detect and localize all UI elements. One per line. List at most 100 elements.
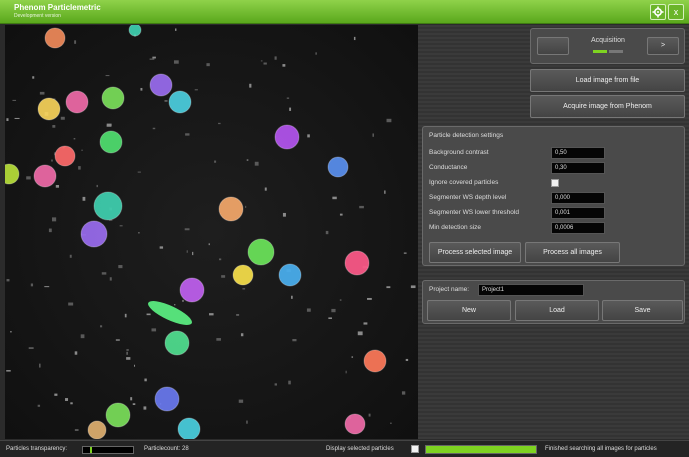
particle-marker[interactable] [93, 191, 123, 221]
particle-marker[interactable] [149, 73, 173, 97]
debris-speck [140, 87, 143, 91]
display-selected-checkbox[interactable] [411, 445, 419, 453]
project-box: Project name: Project1 New Load Save [422, 280, 685, 324]
particle-marker[interactable] [344, 413, 366, 435]
debris-speck [288, 380, 291, 385]
background-contrast-input[interactable]: 0,50 [551, 147, 605, 159]
display-selected-label: Display selected particles [326, 446, 394, 452]
background-contrast-label: Background contrast [429, 149, 489, 156]
acquisition-next-button[interactable]: > [647, 37, 679, 55]
detection-settings-box: Particle detection settings Background c… [422, 126, 685, 266]
particle-marker[interactable] [44, 27, 66, 49]
progress-bar-fill [426, 446, 536, 453]
conductance-input[interactable]: 0,30 [551, 162, 605, 174]
debris-speck [274, 383, 278, 386]
particle-marker[interactable] [99, 130, 123, 154]
debris-speck [325, 230, 329, 235]
particle-marker[interactable] [278, 263, 302, 287]
particle-marker[interactable] [101, 86, 125, 110]
debris-speck [144, 378, 147, 382]
particle-marker[interactable] [54, 145, 76, 167]
image-viewport[interactable] [5, 25, 418, 439]
project-new-button[interactable]: New [427, 300, 511, 321]
debris-speck [246, 420, 248, 424]
particle-marker[interactable] [363, 349, 387, 373]
debris-speck [345, 370, 347, 374]
debris-speck [403, 252, 407, 254]
acquisition-indicator-active [593, 50, 607, 53]
project-load-button[interactable]: Load [515, 300, 599, 321]
particle-marker[interactable] [344, 250, 370, 276]
project-name-label: Project name: [429, 286, 470, 293]
ws-depth-input[interactable]: 0,000 [551, 192, 605, 204]
ignore-covered-label: Ignore covered particles [429, 179, 499, 186]
debris-speck [100, 325, 103, 328]
particle-marker[interactable] [232, 264, 254, 286]
process-selected-button[interactable]: Process selected image [429, 242, 521, 263]
debris-speck [143, 406, 147, 410]
particle-marker[interactable] [327, 156, 349, 178]
particle-marker[interactable] [37, 97, 61, 121]
ignore-covered-checkbox[interactable] [551, 179, 559, 187]
settings-button[interactable] [650, 4, 666, 20]
particle-marker[interactable] [247, 238, 275, 266]
debris-speck [282, 64, 286, 67]
debris-speck [236, 314, 240, 316]
particle-marker[interactable] [218, 196, 244, 222]
debris-speck [245, 205, 247, 208]
project-save-button[interactable]: Save [602, 300, 683, 321]
debris-speck [55, 184, 60, 188]
process-all-button[interactable]: Process all images [525, 242, 620, 263]
particle-marker[interactable] [33, 164, 57, 188]
debris-speck [240, 333, 244, 337]
debris-speck [332, 196, 337, 200]
particle-marker[interactable] [168, 90, 192, 114]
sem-image [5, 25, 418, 439]
particle-marker[interactable] [105, 402, 131, 428]
debris-speck [405, 358, 409, 361]
debris-speck [175, 28, 177, 31]
debris-speck [246, 159, 249, 161]
particle-marker[interactable] [274, 124, 300, 150]
debris-speck [386, 286, 391, 289]
debris-speck [149, 58, 155, 60]
debris-speck [292, 338, 297, 342]
debris-speck [328, 317, 332, 320]
debris-speck [126, 357, 131, 360]
conductance-label: Conductance [429, 164, 468, 171]
particle-marker[interactable] [80, 220, 108, 248]
transparency-slider-thumb[interactable] [90, 447, 93, 453]
debris-speck [214, 160, 217, 163]
debris-speck [39, 363, 41, 368]
debris-speck [264, 187, 267, 191]
debris-speck [48, 228, 52, 233]
particle-marker[interactable] [87, 420, 107, 439]
debris-speck [274, 56, 277, 60]
acquisition-box: Acquisition > [530, 28, 685, 64]
acquisition-prev-button[interactable] [537, 37, 569, 55]
debris-speck [351, 356, 354, 358]
ws-threshold-input[interactable]: 0,001 [551, 207, 605, 219]
debris-speck [184, 228, 190, 231]
acquire-image-button[interactable]: Acquire image from Phenom [530, 95, 685, 118]
load-image-button[interactable]: Load image from file [530, 69, 685, 92]
particle-marker[interactable] [65, 90, 89, 114]
debris-speck [80, 334, 85, 339]
particle-marker[interactable] [179, 277, 205, 303]
particle-marker[interactable] [164, 330, 190, 356]
debris-speck [70, 402, 73, 405]
transparency-slider[interactable] [82, 446, 134, 454]
debris-speck [65, 398, 69, 401]
debris-speck [291, 295, 293, 299]
particle-marker[interactable] [128, 25, 142, 37]
debris-speck [115, 339, 120, 341]
debris-speck [6, 370, 11, 372]
close-button[interactable]: x [668, 4, 684, 20]
project-name-input[interactable]: Project1 [478, 284, 584, 296]
particle-marker[interactable] [177, 417, 201, 439]
debris-speck [363, 322, 368, 325]
debris-speck [254, 161, 259, 166]
debris-speck [206, 63, 210, 67]
min-detection-input[interactable]: 0,0006 [551, 222, 605, 234]
particle-marker[interactable] [154, 386, 180, 412]
